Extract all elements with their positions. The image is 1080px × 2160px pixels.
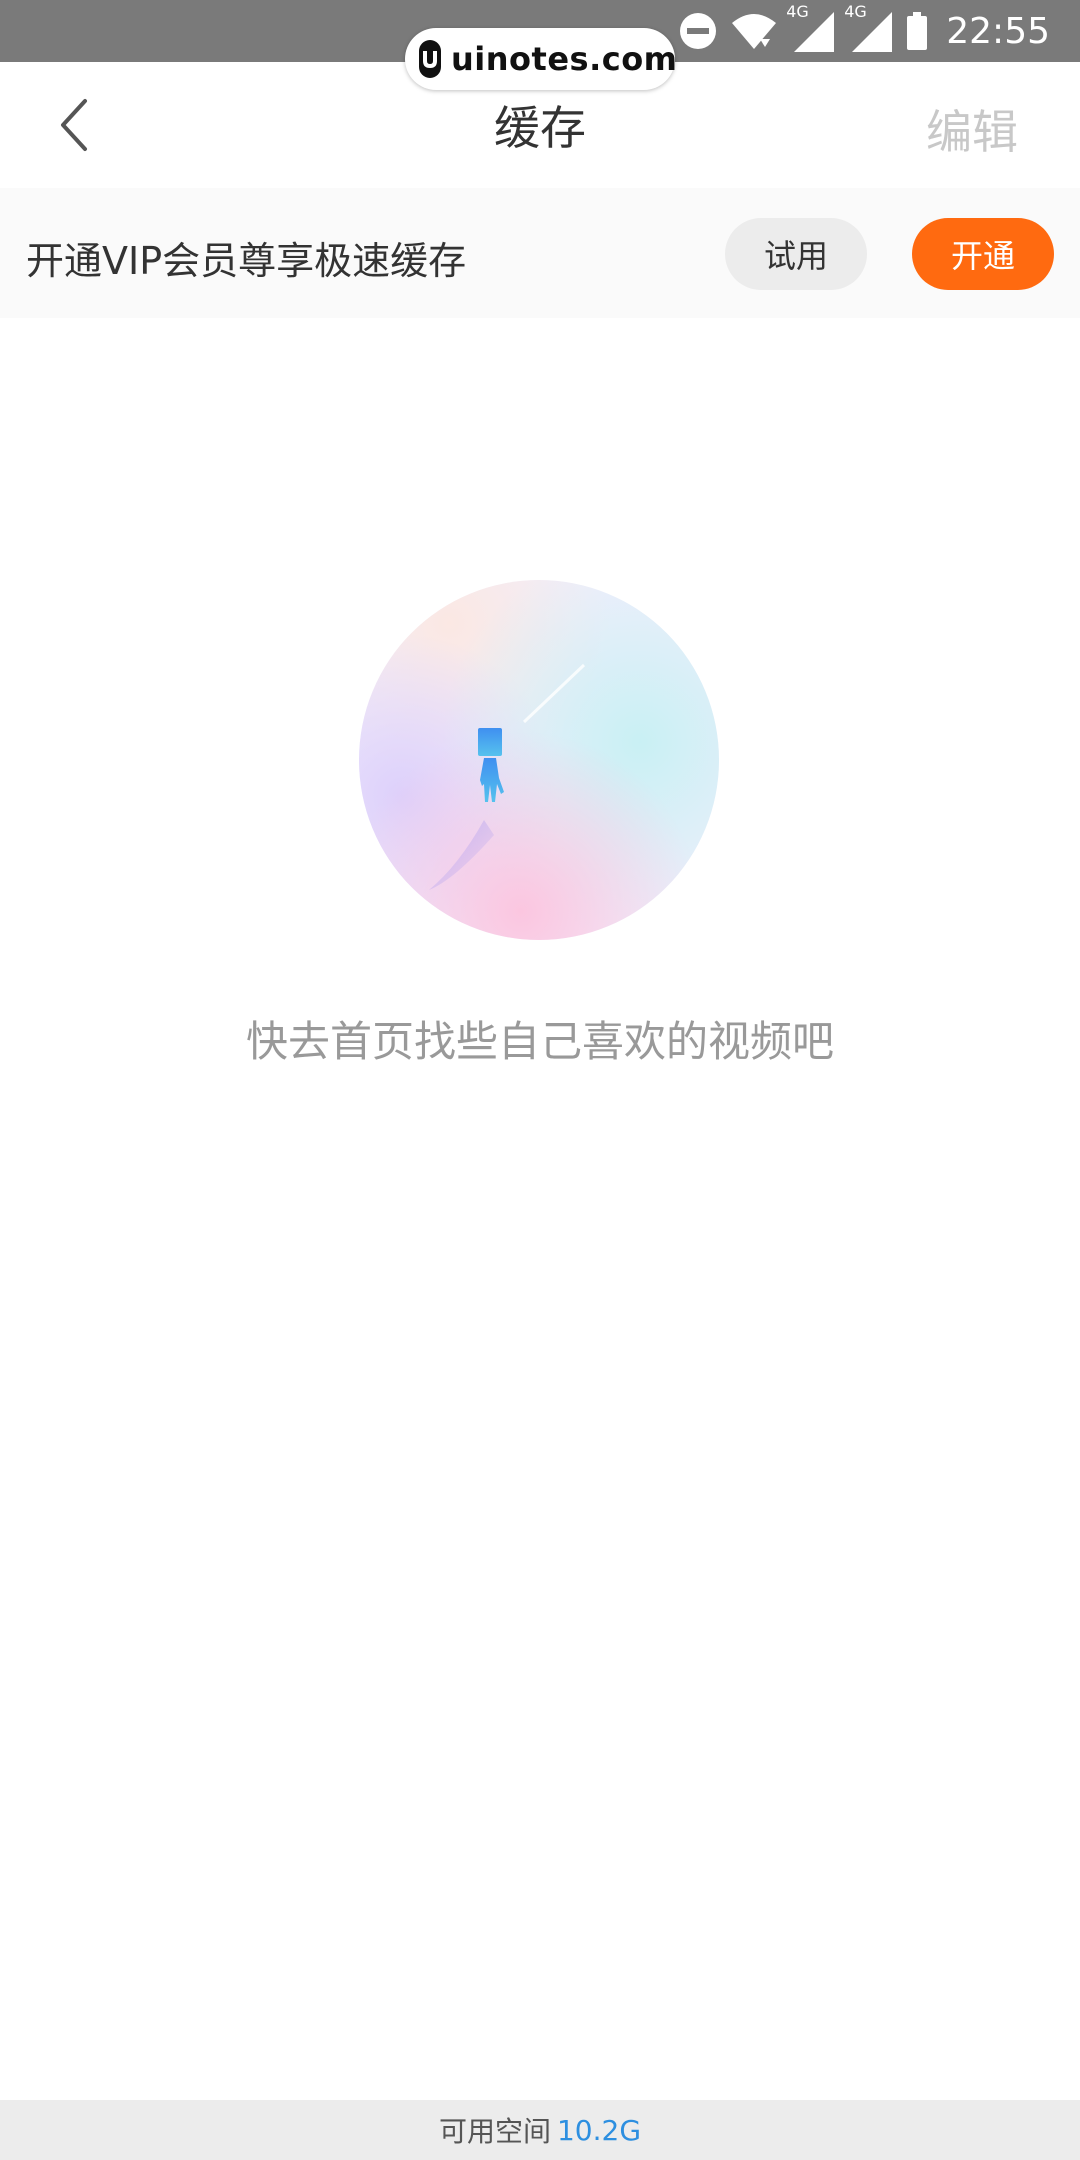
empty-illustration [359,580,719,940]
battery-icon [907,12,928,50]
signal-group-1: 4G [786,2,836,54]
dnd-icon [680,13,717,49]
watermark-badge: uinotes.com [405,28,678,90]
open-vip-button[interactable]: 开通 [912,218,1054,290]
storage-value: 10.2G [556,2113,642,2147]
status-icons: 4G 4G 22:55 [678,0,1050,62]
storage-footer: 可用空间 10.2G [0,2100,1080,2160]
watermark-text: uinotes.com [451,40,678,78]
network-type-label: 4G [844,2,867,21]
page-title: 缓存 [494,101,586,155]
vip-promo-text: 开通VIP会员尊享极速缓存 [26,239,467,283]
status-time: 22:55 [946,10,1050,52]
vip-banner: 开通VIP会员尊享极速缓存 试用 开通 [0,188,1080,318]
network-type-label: 4G [786,2,809,21]
storage-label: 可用空间 [438,2115,551,2148]
trial-button[interactable]: 试用 [725,218,867,290]
signal-group-2: 4G [844,2,894,54]
watermark-logo-icon [419,40,441,78]
edit-button[interactable]: 编辑 [926,96,1018,162]
empty-state-message: 快去首页找些自己喜欢的视频吧 [245,1017,834,1066]
wifi-icon [732,14,777,49]
